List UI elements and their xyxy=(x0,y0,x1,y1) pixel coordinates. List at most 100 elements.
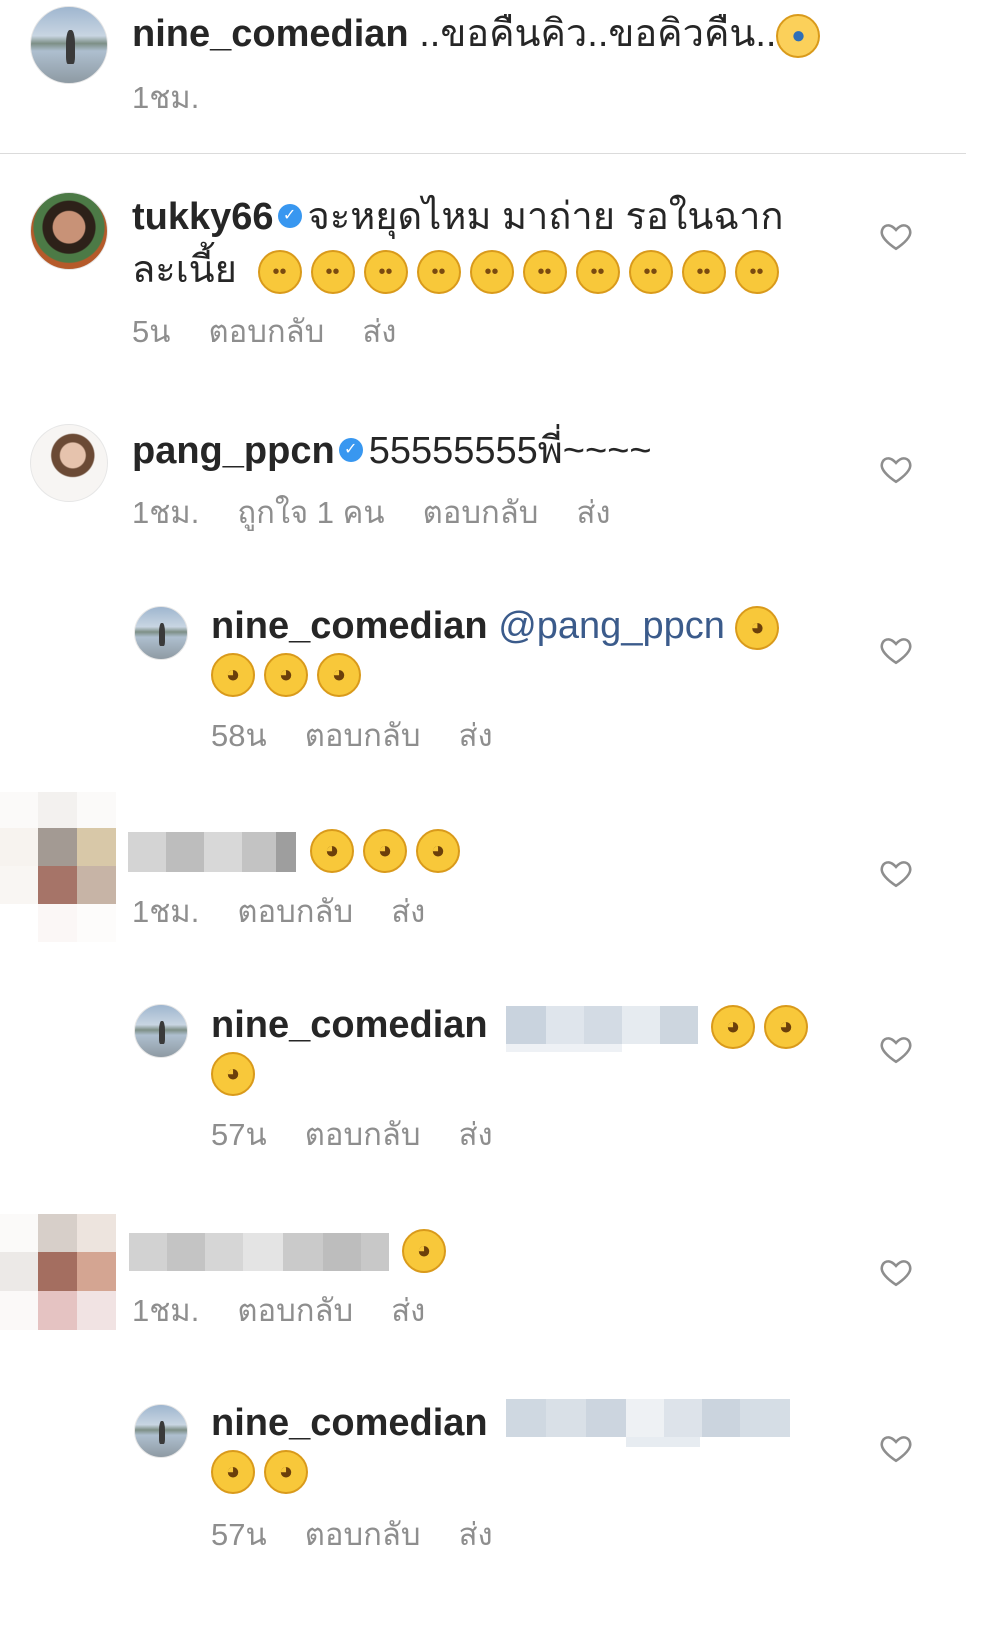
tears-of-joy-icon: ◕ xyxy=(764,1004,808,1049)
rolling-eyes-icon: •• xyxy=(363,249,408,294)
caption-line: nine_comedian ..ขอคืนคิว..ขอคิวคืน.. ● xyxy=(132,11,829,58)
comment-time: 1ชม. xyxy=(132,894,200,929)
mention-pixelated[interactable] xyxy=(506,1399,790,1447)
reply-line-1: nine_comedian xyxy=(211,1002,488,1048)
comment-username[interactable]: nine_comedian xyxy=(211,1402,488,1444)
heart-outline-icon[interactable] xyxy=(879,633,913,667)
rolling-eyes-icon: •• xyxy=(628,249,673,294)
tears-of-joy-icon: ◕ xyxy=(317,652,361,697)
comment-line-2: ละเนี้ย •• •• •• •• •• •• •• •• •• •• xyxy=(132,247,788,294)
comment-text: จะหยุดไหม มาถ่าย รอในฉาก xyxy=(307,196,784,238)
avatar[interactable] xyxy=(134,606,188,660)
username-pixelated[interactable] xyxy=(128,832,296,872)
comment-meta: 57น ตอบกลับ ส่ง xyxy=(211,1517,531,1553)
send-button[interactable]: ส่ง xyxy=(362,314,396,349)
verified-badge-icon: ✓ xyxy=(277,203,302,228)
comment-meta: 57น ตอบกลับ ส่ง xyxy=(211,1117,531,1153)
comment-meta: 1ชม. ตอบกลับ ส่ง xyxy=(132,1293,463,1329)
comment-time: 57น xyxy=(211,1517,267,1552)
rolling-eyes-icon: •• xyxy=(257,249,302,294)
tears-of-joy-icon: ◕ xyxy=(310,828,354,873)
heart-outline-icon[interactable] xyxy=(879,1431,913,1465)
tears-of-joy-icon: ◕ xyxy=(735,605,780,650)
reply-line-2: ◕ ◕ xyxy=(211,1447,317,1494)
comment-meta: 5น ตอบกลับ ส่ง xyxy=(132,314,434,350)
tears-of-joy-icon: ◕ xyxy=(416,828,460,873)
send-button[interactable]: ส่ง xyxy=(391,1293,425,1328)
reply-button[interactable]: ตอบกลับ xyxy=(237,1293,353,1328)
tears-of-joy-icon: ◕ xyxy=(211,652,255,697)
rolling-eyes-icon: •• xyxy=(310,249,355,294)
comment-text: 55555555พี่~~~~ xyxy=(368,430,652,472)
reply-button[interactable]: ตอบกลับ xyxy=(305,718,421,753)
heart-outline-icon[interactable] xyxy=(879,1032,913,1066)
comment-time: 58น xyxy=(211,718,267,753)
caption-username[interactable]: nine_comedian xyxy=(132,13,409,55)
tears-of-joy-icon: ◕ xyxy=(711,1004,755,1049)
heart-outline-icon[interactable] xyxy=(879,856,913,890)
comment-time: 1ชม. xyxy=(132,1293,200,1328)
tears-of-joy-icon: ◕ xyxy=(211,1449,255,1494)
reply-line-2: ◕ ◕ ◕ xyxy=(211,650,370,697)
rolling-eyes-icon-group: •• •• •• •• •• •• •• •• •• •• xyxy=(257,249,788,294)
mention-link[interactable]: @pang_ppcn xyxy=(498,605,725,647)
reply-button[interactable]: ตอบกลับ xyxy=(305,1117,421,1152)
send-button[interactable]: ส่ง xyxy=(459,1517,493,1552)
tears-of-joy-icon: ◕ xyxy=(211,1051,255,1096)
tears-of-joy-icon: ◕ xyxy=(264,1449,308,1494)
reply-line-2: ◕ xyxy=(211,1049,264,1096)
avatar-pixelated[interactable] xyxy=(0,1214,116,1330)
send-button[interactable]: ส่ง xyxy=(576,495,610,530)
comment-meta: 1ชม. ตอบกลับ ส่ง xyxy=(132,894,463,930)
tears-of-joy-icon: ◕ xyxy=(402,1228,446,1273)
comment-emoji-line: ◕ xyxy=(402,1226,455,1273)
comment-time: 1ชม. xyxy=(132,495,200,530)
rolling-eyes-icon: •• xyxy=(575,249,620,294)
caption-text: ..ขอคืนคิว..ขอคิวคืน.. xyxy=(419,13,777,55)
tears-of-joy-icon: ◕ xyxy=(264,652,308,697)
heart-outline-icon[interactable] xyxy=(879,1255,913,1289)
tears-of-joy-icon: ◕ xyxy=(363,828,407,873)
reply-emoji-line: ◕ ◕ xyxy=(711,1002,817,1049)
reply-button[interactable]: ตอบกลับ xyxy=(237,894,353,929)
heart-outline-icon[interactable] xyxy=(879,219,913,253)
reply-button[interactable]: ตอบกลับ xyxy=(305,1517,421,1552)
send-button[interactable]: ส่ง xyxy=(459,718,493,753)
heart-outline-icon[interactable] xyxy=(879,452,913,486)
verified-badge-icon: ✓ xyxy=(338,437,363,462)
rolling-eyes-icon: •• xyxy=(416,249,461,294)
divider xyxy=(0,153,966,154)
reply-button[interactable]: ตอบกลับ xyxy=(423,495,539,530)
comment-emoji-line: ◕ ◕ ◕ xyxy=(310,826,469,873)
comment-meta: 1ชม. ถูกใจ 1 คน ตอบกลับ ส่ง xyxy=(132,495,649,531)
comment-text-cont: ละเนี้ย xyxy=(132,249,237,291)
reply-button[interactable]: ตอบกลับ xyxy=(208,314,324,349)
avatar[interactable] xyxy=(30,6,108,84)
avatar[interactable] xyxy=(30,192,108,270)
comment-line-1: pang_ppcn ✓ 55555555พี่~~~~ xyxy=(132,428,652,474)
likes-count[interactable]: ถูกใจ 1 คน xyxy=(237,495,384,530)
avatar[interactable] xyxy=(134,1404,188,1458)
rolling-eyes-icon: •• xyxy=(734,249,779,294)
mention-pixelated[interactable] xyxy=(506,1006,698,1052)
caption-time-label: 1ชม. xyxy=(132,80,200,115)
rolling-eyes-icon: •• xyxy=(681,249,726,294)
reply-line-1: nine_comedian xyxy=(211,1400,488,1446)
crying-face-icon: ● xyxy=(776,13,821,58)
comment-line-1: tukky66 ✓ จะหยุดไหม มาถ่าย รอในฉาก xyxy=(132,194,784,240)
avatar[interactable] xyxy=(134,1004,188,1058)
avatar[interactable] xyxy=(30,424,108,502)
comment-username[interactable]: pang_ppcn xyxy=(132,430,335,472)
avatar-pixelated[interactable] xyxy=(0,792,116,942)
send-button[interactable]: ส่ง xyxy=(459,1117,493,1152)
caption-time: 1ชม. xyxy=(132,80,237,116)
send-button[interactable]: ส่ง xyxy=(391,894,425,929)
comment-meta: 58น ตอบกลับ ส่ง xyxy=(211,718,531,754)
comment-username[interactable]: nine_comedian xyxy=(211,1004,488,1046)
comment-username[interactable]: tukky66 xyxy=(132,196,274,238)
comment-time: 57น xyxy=(211,1117,267,1152)
rolling-eyes-icon: •• xyxy=(522,249,567,294)
comment-time: 5น xyxy=(132,314,171,349)
username-pixelated[interactable] xyxy=(129,1233,389,1271)
comment-username[interactable]: nine_comedian xyxy=(211,605,488,647)
